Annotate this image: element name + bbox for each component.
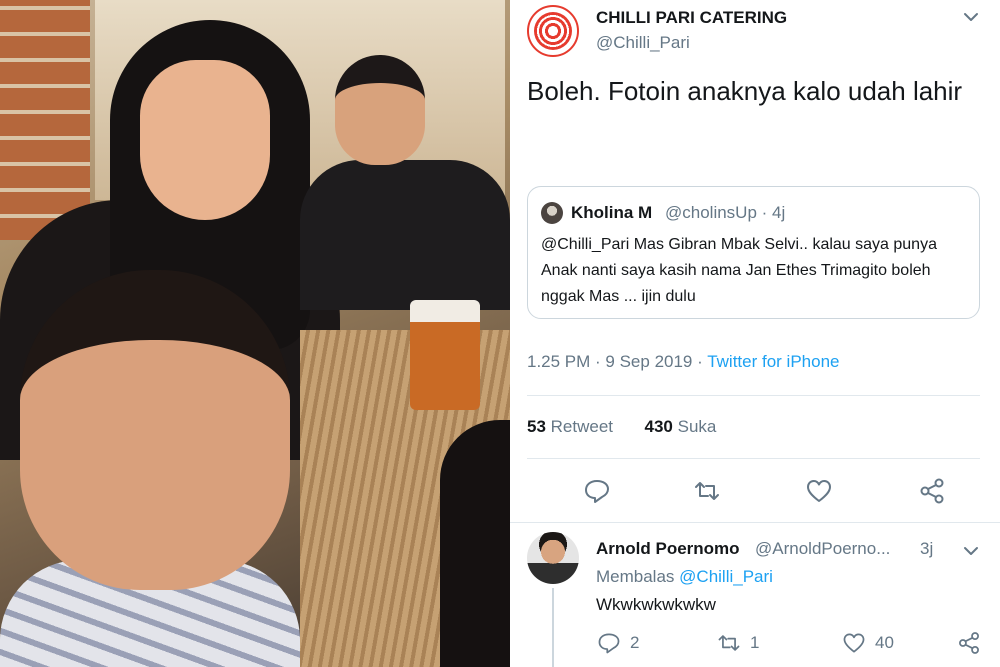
child-head	[20, 270, 290, 590]
tweet-panel: CHILLI PARI CATERING @Chilli_Pari Boleh.…	[510, 0, 1000, 667]
chilli-pari-logo	[534, 12, 572, 50]
young-man-head	[335, 55, 425, 165]
chevron-down-icon[interactable]	[962, 8, 980, 26]
replying-to: Membalas @Chilli_Pari	[596, 567, 773, 586]
reply-like-button[interactable]: 40	[841, 630, 894, 656]
author-name[interactable]: CHILLI PARI CATERING	[596, 8, 787, 28]
reply-icon	[598, 633, 620, 654]
quoted-author-name: Kholina M	[571, 203, 653, 222]
like-stat[interactable]: 430 Suka	[645, 417, 717, 436]
share-icon[interactable]	[917, 476, 947, 506]
tweet-meta: 1.25 PM · 9 Sep 2019 · Twitter for iPhon…	[527, 352, 840, 371]
reply-actions: 2 1 40	[596, 630, 986, 656]
quoted-tweet-text: @Chilli_Pari Mas Gibran Mbak Selvi.. kal…	[541, 236, 937, 305]
quoted-author-handle: @cholinsUp · 4j	[665, 203, 786, 222]
author-handle[interactable]: @Chilli_Pari	[596, 33, 690, 53]
author-avatar[interactable]	[527, 5, 579, 57]
thread-line	[552, 588, 554, 667]
heart-icon	[843, 633, 865, 653]
reply-icon[interactable]	[582, 476, 612, 506]
reply-count: 2	[630, 633, 640, 652]
iced-tea-glass	[410, 300, 480, 410]
reply-text: Wkwkwkwkwkw	[596, 595, 716, 614]
tweet-actions	[527, 476, 980, 508]
replying-to-mention[interactable]: @Chilli_Pari	[679, 567, 773, 586]
brick-wall	[0, 0, 90, 240]
retweet-icon	[718, 635, 740, 651]
tweet-timestamp: 1.25 PM · 9 Sep 2019	[527, 352, 693, 371]
heart-icon[interactable]	[804, 476, 834, 506]
young-man-shirt	[300, 160, 510, 310]
chevron-down-icon[interactable]	[962, 542, 980, 560]
tweet-stats: 53 Retweet 430 Suka	[527, 417, 716, 437]
quoted-author-avatar	[541, 202, 563, 224]
reply-retweet-count: 1	[750, 633, 760, 652]
retweet-icon[interactable]	[692, 476, 722, 506]
retweet-stat[interactable]: 53 Retweet	[527, 417, 613, 436]
reply-share-button[interactable]	[956, 630, 982, 656]
tweet-text: Boleh. Fotoin anaknya kalo udah lahir	[527, 76, 963, 106]
family-photo	[0, 0, 510, 667]
reply-tweet[interactable]: Arnold Poernomo @ArnoldPoerno... 3j Memb…	[510, 522, 1000, 667]
share-icon	[959, 632, 979, 654]
divider	[527, 458, 980, 459]
woman-face	[140, 60, 270, 220]
reply-reply-button[interactable]: 2	[596, 630, 639, 656]
divider	[527, 395, 980, 396]
reply-time: 3j	[920, 539, 934, 558]
reply-like-count: 40	[875, 633, 894, 652]
reply-author-handle[interactable]: @ArnoldPoerno...	[755, 539, 890, 559]
quoted-tweet[interactable]: Kholina M @cholinsUp · 4j @Chilli_Pari M…	[527, 186, 980, 319]
reply-author-avatar[interactable]	[527, 532, 579, 584]
reply-retweet-button[interactable]: 1	[716, 630, 759, 656]
reply-author-name[interactable]: Arnold Poernomo	[596, 539, 740, 559]
foreground-hair	[440, 420, 510, 667]
tweet-source-link[interactable]: Twitter for iPhone	[707, 352, 839, 371]
